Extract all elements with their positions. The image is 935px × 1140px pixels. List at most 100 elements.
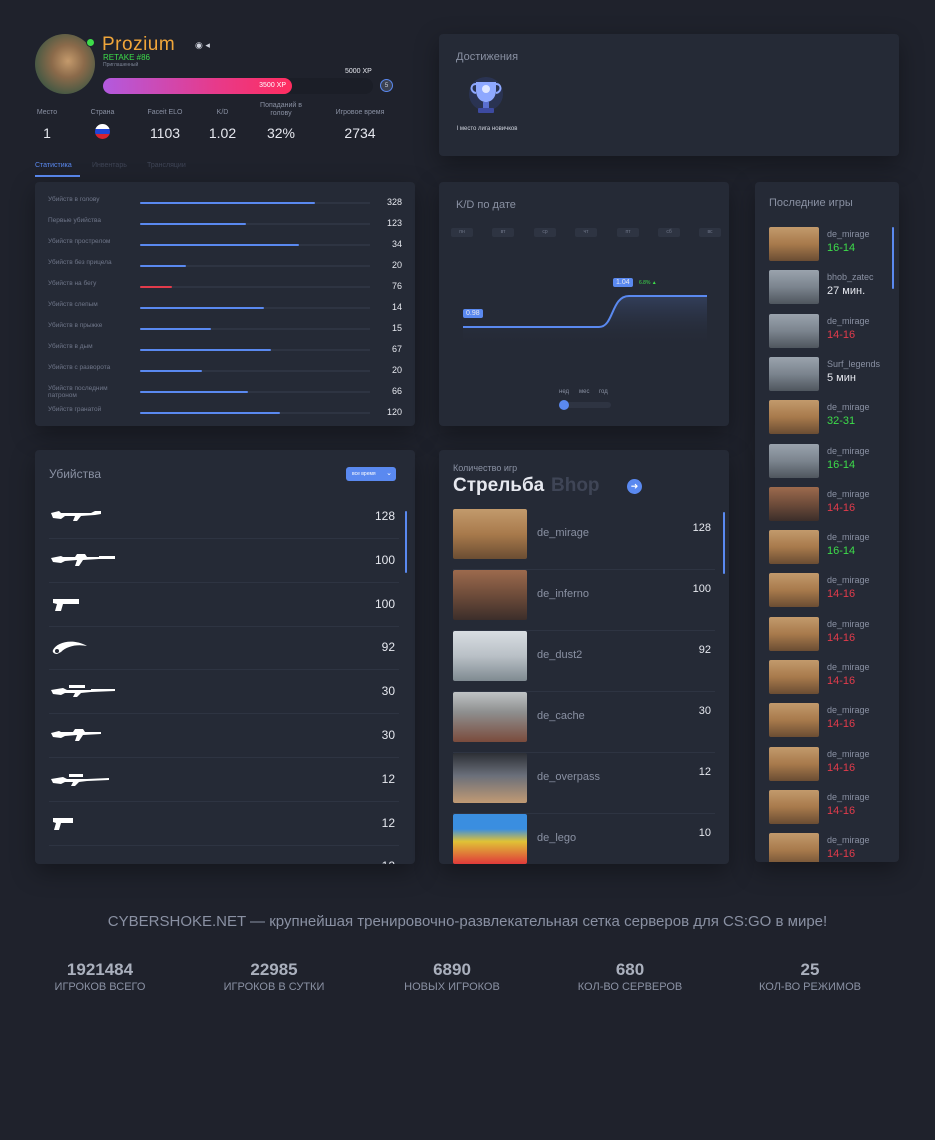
day-sat[interactable]: сб bbox=[658, 228, 680, 237]
period-week[interactable]: нед bbox=[559, 389, 569, 395]
map-row[interactable]: de_cache 30 bbox=[453, 692, 715, 753]
map-name: de_mirage bbox=[537, 527, 589, 539]
next-mode-button[interactable]: ➜ bbox=[627, 479, 642, 494]
recent-game-row[interactable]: de_mirage 14-16 bbox=[769, 486, 894, 527]
day-fri[interactable]: пт bbox=[617, 228, 639, 237]
period-dropdown[interactable]: все время ⌄ bbox=[346, 467, 396, 481]
stat-label-playtime: Игровое время bbox=[335, 109, 385, 116]
russia-flag-icon bbox=[95, 124, 110, 139]
weapon-row[interactable]: 100 bbox=[49, 583, 399, 627]
kills-scrollbar[interactable] bbox=[405, 511, 407, 573]
stat-row: Убийств с разворота 20 bbox=[35, 360, 415, 380]
recent-game-row[interactable]: de_mirage 14-16 bbox=[769, 789, 894, 830]
recent-game-row[interactable]: de_mirage 14-16 bbox=[769, 833, 894, 862]
recent-game-row[interactable]: de_mirage 14-16 bbox=[769, 573, 894, 613]
period-slider-handle[interactable] bbox=[559, 400, 569, 410]
footer-stat-label: КОЛ-ВО СЕРВЕРОВ bbox=[577, 981, 683, 993]
tab-streams[interactable]: Трансляции bbox=[147, 162, 186, 169]
mode-tab-bhop[interactable]: Bhop bbox=[551, 475, 600, 497]
map-game-count: 12 bbox=[698, 766, 711, 778]
games-count-subtitle: Количество игр bbox=[453, 463, 518, 473]
map-thumbnail bbox=[769, 313, 819, 348]
day-wed[interactable]: ср bbox=[534, 228, 556, 237]
stat-row-track bbox=[140, 391, 370, 393]
map-thumbnail bbox=[453, 570, 527, 620]
recent-game-map: Surf_legends bbox=[827, 358, 881, 369]
map-row[interactable]: de_mirage 128 bbox=[453, 509, 715, 570]
stat-row-label: Убийств в голову bbox=[48, 196, 100, 203]
stat-row-value: 34 bbox=[391, 239, 402, 249]
stat-row-fill bbox=[140, 391, 249, 393]
recent-game-map: de_mirage bbox=[827, 705, 870, 716]
xp-progress-fill: 3500 XP bbox=[103, 78, 292, 94]
stat-row-value: 76 bbox=[391, 281, 402, 291]
stat-value-playtime: 2734 bbox=[344, 125, 376, 141]
stat-row-label: Убийств без прицела bbox=[48, 259, 112, 266]
weapon-row[interactable]: 100 bbox=[49, 539, 399, 583]
tab-statistics[interactable]: Статистика bbox=[35, 162, 72, 169]
kd-chart-card: K/D по дате пн вт ср чт пт сб вс 0.98 1.… bbox=[439, 182, 729, 426]
map-thumbnail bbox=[769, 833, 819, 862]
map-row[interactable]: de_lego 10 bbox=[453, 814, 715, 864]
weapon-kill-count: 128 bbox=[374, 509, 395, 523]
weapon-row[interactable]: 30 bbox=[49, 714, 399, 758]
map-thumbnail bbox=[769, 356, 819, 391]
footer-stat-label: ИГРОКОВ В СУТКИ bbox=[223, 981, 325, 993]
map-row[interactable]: de_overpass 12 bbox=[453, 753, 715, 814]
weapon-row[interactable]: 128 bbox=[49, 495, 399, 539]
mode-tab-shooting[interactable]: Стрельба bbox=[453, 475, 544, 497]
stat-row: Убийств последним патроном 66 bbox=[35, 381, 415, 401]
weapon-row[interactable]: 92 bbox=[49, 626, 399, 671]
tab-inventory[interactable]: Инвентарь bbox=[92, 162, 127, 169]
map-row[interactable]: de_inferno 100 bbox=[453, 570, 715, 631]
recent-game-row[interactable]: de_mirage 32-31 bbox=[769, 400, 894, 440]
recent-game-map: de_mirage bbox=[827, 835, 870, 846]
weapon-row[interactable]: 12 bbox=[49, 758, 399, 802]
recent-game-row[interactable]: bhob_zatec 27 мин. bbox=[769, 270, 894, 310]
recent-game-score: 5 мин bbox=[827, 371, 856, 384]
stat-value-headshots: 32% bbox=[266, 125, 296, 141]
weapon-kill-count: 100 bbox=[374, 596, 395, 611]
stat-row-label: Убийств гранатой bbox=[48, 406, 102, 413]
footer-tagline: CYBERSHOKE.NET — крупнейшая тренировочно… bbox=[107, 913, 828, 930]
weapon-row[interactable]: 12 bbox=[49, 802, 399, 846]
kd-area bbox=[463, 296, 707, 347]
stat-row-value: 67 bbox=[391, 344, 402, 354]
map-name: de_dust2 bbox=[537, 649, 583, 661]
profile-header: Prozium ◉ ◂ RETAKE #86 Приглашенный 5000… bbox=[35, 32, 415, 162]
map-row[interactable]: de_dust2 92 bbox=[453, 631, 715, 692]
weapon-row[interactable]: 12 bbox=[49, 845, 399, 864]
recent-game-row[interactable]: de_mirage 14-16 bbox=[769, 746, 894, 787]
recent-game-row[interactable]: de_mirage 14-16 bbox=[769, 703, 894, 743]
day-thu[interactable]: чт bbox=[575, 228, 597, 237]
weapon-row[interactable]: 30 bbox=[49, 670, 399, 715]
recent-game-row[interactable]: de_mirage 16-14 bbox=[769, 443, 894, 484]
weapon-kill-count: 30 bbox=[381, 684, 395, 699]
achievement-text: I место лига новичков bbox=[456, 126, 518, 132]
footer-stat-label: ИГРОКОВ ВСЕГО bbox=[54, 981, 146, 993]
recent-game-row[interactable]: de_mirage 16-14 bbox=[769, 227, 894, 267]
stat-row-label: Убийств слепым bbox=[48, 301, 98, 308]
period-month[interactable]: мес bbox=[579, 389, 589, 395]
stat-row-track bbox=[140, 202, 370, 204]
recent-game-row[interactable]: de_mirage 16-14 bbox=[769, 530, 894, 570]
achievements-title: Достижения bbox=[456, 51, 519, 63]
recent-game-row[interactable]: de_mirage 14-16 bbox=[769, 616, 894, 657]
kd-title: K/D по дате bbox=[456, 199, 516, 211]
recent-game-row[interactable]: de_mirage 14-16 bbox=[769, 660, 894, 700]
stat-row-fill bbox=[140, 412, 281, 414]
recent-games-title: Последние игры bbox=[769, 197, 853, 209]
games-scrollbar[interactable] bbox=[723, 512, 725, 574]
day-sun[interactable]: вс bbox=[699, 228, 721, 237]
day-mon[interactable]: пн bbox=[451, 228, 473, 237]
recent-game-map: de_mirage bbox=[827, 662, 870, 672]
recent-game-row[interactable]: Surf_legends 5 мин bbox=[769, 356, 894, 397]
period-year[interactable]: год bbox=[599, 389, 608, 395]
recent-games-card: Последние игры de_mirage 16-14 bhob_zatec 2… bbox=[755, 182, 899, 862]
recent-game-score: 14-16 bbox=[827, 848, 856, 861]
recent-game-score: 27 мин. bbox=[827, 285, 866, 298]
day-tue[interactable]: вт bbox=[492, 228, 514, 237]
recent-game-row[interactable]: de_mirage 14-16 bbox=[769, 313, 894, 354]
chevron-down-icon: ⌄ bbox=[386, 470, 392, 477]
recent-game-score: 14-16 bbox=[827, 631, 856, 644]
